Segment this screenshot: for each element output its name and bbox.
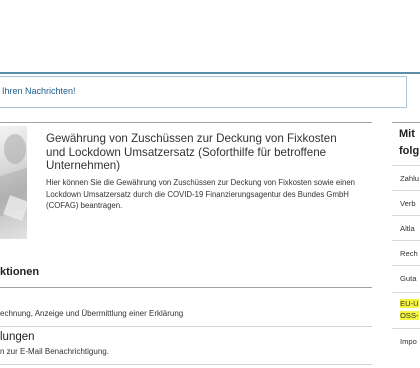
sidebar-item[interactable]: Altla xyxy=(392,215,420,242)
list-item-description: n zur E-Mail Benachrichtigung. xyxy=(0,347,109,356)
sidebar-item[interactable]: Zahlu xyxy=(392,165,420,192)
sidebar-item[interactable]: Impo xyxy=(392,328,420,355)
section-heading: ktionen xyxy=(0,266,40,278)
section-divider xyxy=(0,287,372,288)
messages-link[interactable]: Ihren Nachrichten! xyxy=(2,86,76,96)
list-item-description[interactable]: echnung, Anzeige und Übermittlung einer … xyxy=(0,309,183,318)
list-divider xyxy=(0,364,372,365)
sidebar-heading: Mit folg xyxy=(399,128,420,157)
list-divider xyxy=(0,326,372,327)
card-divider xyxy=(0,122,372,123)
service-thumbnail-image xyxy=(0,126,27,239)
service-card-title[interactable]: Gewährung von Zuschüssen zur Deckung von… xyxy=(46,132,356,173)
list-item-title[interactable]: lungen xyxy=(0,331,35,343)
service-card-description: Hier können Sie die Gewährung von Zuschü… xyxy=(46,178,356,211)
sidebar-item[interactable]: Verb xyxy=(392,190,420,217)
header-divider xyxy=(0,72,420,74)
sidebar-item[interactable]: Rech xyxy=(392,240,420,267)
sidebar-item[interactable]: Guta xyxy=(392,265,420,292)
sidebar-divider xyxy=(392,122,420,123)
sidebar-item-highlighted[interactable]: EU-U OSS- xyxy=(392,292,420,329)
messages-notification-bar: Ihren Nachrichten! xyxy=(0,76,407,108)
